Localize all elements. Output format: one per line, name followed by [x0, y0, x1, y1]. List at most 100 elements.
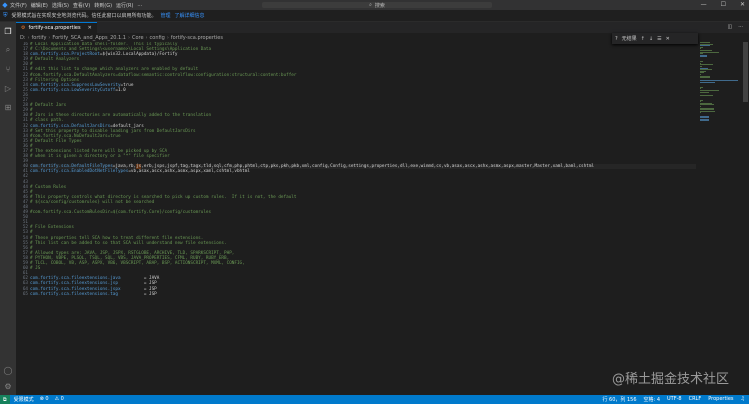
minimap-line — [700, 110, 715, 112]
properties-file-icon: ⚙ — [21, 25, 26, 31]
code-token: com.fortify.sca.LowSeverityCutoff — [30, 87, 116, 93]
watermark-text: @稀土掘金技术社区 — [612, 372, 730, 387]
code-token: # Default Jars — [30, 103, 67, 109]
status-item[interactable]: UTF-8 — [667, 396, 682, 403]
scrollbar-thumb[interactable] — [743, 42, 748, 102]
breadcrumb-item[interactable]: Core — [132, 35, 144, 41]
editor-actions: ◫ ··· — [727, 24, 743, 30]
maximize-button[interactable]: ☐ — [721, 1, 726, 8]
manage-link[interactable]: 管理 — [161, 12, 171, 19]
status-bar: ⧉ 受限模式 ⊗ 0 ⚠ 0 行 60，列 156 空格: 4 UTF-8 CRLF P… — [0, 395, 749, 404]
chevron-right-icon: › — [27, 34, 30, 41]
code-token: # Default Analyzers — [30, 57, 80, 63]
title-bar: ◆ 文件(F) 编辑(E) 选择(S) 查看(V) 转到(G) 运行(R)... ⌕ 搜索… — [0, 0, 749, 10]
minimap-line — [700, 112, 701, 114]
minimap-line — [700, 77, 710, 79]
close-icon[interactable]: ✕ — [88, 25, 92, 31]
search-icon[interactable]: ⌕ — [3, 45, 13, 55]
code-token: # This list can be added to so that SCA … — [30, 240, 227, 246]
minimap-line — [700, 72, 704, 74]
minimap-line — [700, 94, 713, 96]
menu-item[interactable]: 运行(R) — [116, 2, 133, 9]
remote-indicator-icon[interactable]: ⧉ — [0, 395, 10, 404]
code-line[interactable]: com.fortify.sca.fileextensions.tag = JSP — [30, 292, 696, 297]
menu-item[interactable]: 查看(V) — [73, 2, 90, 9]
status-item[interactable]: 行 60，列 156 — [602, 396, 636, 403]
menu-item[interactable]: 选择(S) — [52, 2, 69, 9]
restricted-mode-status[interactable]: 受限模式 — [14, 396, 34, 403]
code-editor[interactable]: 16 17 18 19 20 21 22 23 24 25 26 27 28 29 30 31 32 33 34 35… — [16, 42, 696, 395]
explorer-icon[interactable]: ❐ — [3, 26, 13, 36]
line-number: 65 — [22, 291, 28, 297]
extensions-icon[interactable]: ⊞ — [3, 102, 13, 112]
minimap[interactable] — [700, 42, 740, 395]
find-no-results: 无结果 — [621, 36, 637, 42]
run-debug-icon[interactable]: ▷ — [3, 83, 13, 93]
warning-count[interactable]: ⚠ 0 — [55, 396, 64, 403]
chevron-right-icon: › — [48, 34, 51, 41]
minimap-line — [700, 56, 707, 58]
next-match-icon[interactable]: ↓ — [649, 36, 653, 42]
status-item[interactable]: CRLF — [689, 396, 702, 403]
source-control-icon[interactable]: ⑂ — [3, 64, 13, 74]
code-token: # when it is given a directory or a "*" … — [30, 154, 170, 160]
breadcrumb-item[interactable]: config — [150, 35, 165, 41]
split-editor-icon[interactable]: ◫ — [727, 24, 732, 30]
search-label: 搜索 — [374, 2, 385, 9]
command-center-search[interactable]: ⌕ 搜索 — [262, 2, 492, 9]
editor-tabs: ⚙ fortify-sca.properties ✕ ◫ ··· — [16, 22, 749, 33]
minimap-line — [700, 61, 703, 63]
breadcrumb-item[interactable]: Fortify_SCA_and_Apps_20.1.1 — [52, 35, 126, 41]
code-token: # TLCL, COBOL, VB, ASP, ASPX, VB6, VBSCR… — [30, 261, 245, 267]
find-result-count: ? — [615, 35, 618, 42]
gear-icon[interactable]: ⚙ — [3, 381, 13, 391]
close-icon[interactable]: ✕ — [666, 36, 670, 42]
menu-item[interactable]: 编辑(E) — [31, 2, 48, 9]
activity-bar: ❐ ⌕ ⑂ ▷ ⊞ ◯ ⚙ — [0, 22, 16, 395]
code-token: # JS — [30, 266, 41, 272]
window-controls: — ☐ ✕ — [701, 1, 745, 8]
banner-message: 受限模式旨在实现安全地浏览代码。信任此窗口以启用所有功能。 — [11, 13, 157, 19]
minimap-line — [700, 82, 716, 83]
learn-more-link[interactable]: 了解详细信息 — [175, 12, 205, 19]
menu-item[interactable]: ... — [137, 2, 142, 9]
chevron-right-icon: › — [145, 34, 148, 41]
code-token: # ${sca/config/customrules} will not be … — [30, 199, 155, 205]
tab-fortify-sca-properties[interactable]: ⚙ fortify-sca.properties ✕ — [16, 22, 97, 33]
code-token: # File Extensions — [30, 225, 74, 231]
minimap-line — [700, 99, 704, 101]
status-item[interactable]: ♫ — [741, 396, 745, 403]
watermark: @稀土掘金技术社区 — [612, 368, 729, 387]
code-token: # Default File Types — [30, 138, 82, 144]
menu-bar: 文件(F) 编辑(E) 选择(S) 查看(V) 转到(G) 运行(R)... — [10, 2, 142, 9]
minimap-line — [700, 104, 714, 106]
error-count[interactable]: ⊗ 0 — [40, 396, 49, 403]
previous-match-icon[interactable]: ↑ — [641, 36, 645, 42]
menu-item[interactable]: 转到(G) — [94, 2, 112, 9]
minimap-line — [700, 91, 709, 93]
menu-item[interactable]: 文件(F) — [10, 2, 27, 9]
breadcrumb-item[interactable]: fortify — [32, 35, 47, 41]
code-area[interactable]: # Local Application Data shell-folder. T… — [30, 42, 696, 395]
line-number-gutter: 16 17 18 19 20 21 22 23 24 25 26 27 28 29 30 31 32 33 34 35… — [16, 42, 30, 395]
close-window-button[interactable]: ✕ — [740, 1, 745, 8]
code-token: =vb,asax,ascx,ashx,asmx,aspx,xaml,cshtml… — [128, 169, 250, 175]
code-token: =1.0 — [115, 87, 126, 93]
minimize-button[interactable]: — — [701, 1, 707, 8]
find-in-selection-icon[interactable]: ☰ — [657, 36, 661, 42]
breadcrumb-item[interactable]: D: — [20, 35, 26, 41]
more-actions-icon[interactable]: ··· — [738, 24, 743, 30]
minimap-line — [700, 46, 704, 48]
account-icon[interactable]: ◯ — [3, 365, 13, 375]
breadcrumb-item[interactable]: fortify-sca.properties — [171, 35, 223, 41]
status-item[interactable]: 空格: 4 — [644, 396, 660, 403]
status-item[interactable]: Properties — [708, 396, 733, 403]
code-token: com.fortify.sca.fileextensions.tag — [30, 291, 118, 297]
chevron-right-icon: › — [166, 34, 169, 41]
tab-label: fortify-sca.properties — [28, 25, 81, 31]
vertical-scrollbar[interactable] — [742, 42, 749, 395]
code-token: =${win32.LocalAppdata}/Fortify — [99, 52, 178, 58]
code-token: com.fortify.sca.EnabledDotNetFileTypes — [30, 169, 129, 175]
vscode-logo-icon: ◆ — [2, 1, 8, 9]
chevron-right-icon: › — [127, 34, 130, 41]
